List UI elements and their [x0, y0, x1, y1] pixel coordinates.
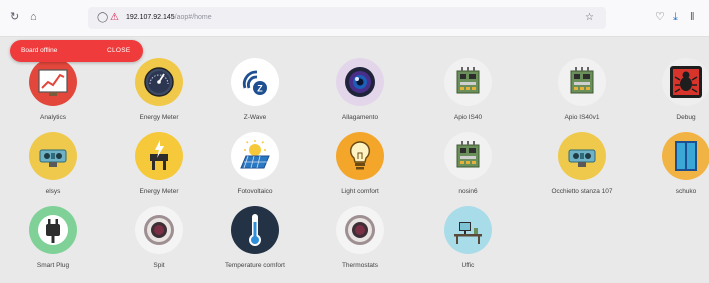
camera-lens-icon: [336, 58, 384, 106]
toast-message: Board offline: [21, 47, 58, 54]
device-tile[interactable]: elsys: [3, 132, 103, 208]
device-label: Fotovoltaico: [237, 188, 273, 195]
sensor-device-icon: [558, 132, 606, 180]
device-tile[interactable]: schuko: [636, 132, 709, 208]
device-tile[interactable]: nosin6: [418, 132, 518, 208]
device-tile[interactable]: Occhietto stanza 107: [532, 132, 632, 208]
device-tile[interactable]: Apio IS40: [418, 58, 518, 134]
device-tile[interactable]: Spit: [109, 206, 209, 282]
url-text[interactable]: 192.107.92.145/aop#/home: [126, 12, 212, 24]
toast-close-button[interactable]: CLOSE: [107, 46, 131, 56]
analytics-chart-icon: [29, 58, 77, 106]
device-tile[interactable]: Temperature comfort: [205, 206, 305, 282]
device-label: Debug: [676, 114, 696, 121]
home-icon[interactable]: ⌂: [30, 11, 37, 23]
solar-panel-icon: [231, 132, 279, 180]
reload-icon[interactable]: ↻: [10, 11, 19, 23]
device-tile[interactable]: Energy Meter: [109, 58, 209, 134]
office-desk-icon: [444, 206, 492, 254]
url-path: /aop#/home: [174, 14, 212, 21]
device-label: Energy Meter: [139, 188, 179, 195]
energy-plug-icon: [135, 132, 183, 180]
device-label: Z-Wave: [243, 114, 267, 121]
device-tile[interactable]: Fotovoltaico: [205, 132, 305, 208]
device-label: Energy Meter: [139, 114, 179, 121]
device-tile[interactable]: Light comfort: [310, 132, 410, 208]
device-label: nosin6: [458, 188, 478, 195]
gauge-meter-icon: [135, 58, 183, 106]
device-label: Spit: [153, 262, 165, 269]
bookmark-star-icon[interactable]: ☆: [585, 12, 594, 24]
circuit-board-icon: [444, 132, 492, 180]
device-label: Temperature comfort: [225, 262, 285, 269]
zwave-logo-icon: Z: [231, 58, 279, 106]
device-label: Thermostats: [341, 262, 379, 269]
device-label: Allagamento: [341, 114, 379, 121]
device-tile[interactable]: Thermostats: [310, 206, 410, 282]
device-tile[interactable]: Analytics: [3, 58, 103, 134]
device-tile[interactable]: Energy Meter: [109, 132, 209, 208]
sensor-device-icon: [29, 132, 77, 180]
device-tile[interactable]: Smart Plug: [3, 206, 103, 282]
offline-toast: Board offline CLOSE: [10, 40, 143, 62]
bug-icon: [662, 58, 709, 106]
thermostat-dial-icon: [135, 206, 183, 254]
svg-text:Z: Z: [257, 84, 263, 94]
device-label: Apio IS40: [453, 114, 483, 121]
circuit-board-icon: [444, 58, 492, 106]
device-label: Apio IS40v1: [564, 114, 600, 121]
device-tile[interactable]: Apio IS40v1: [532, 58, 632, 134]
device-label: Uffic: [461, 262, 475, 269]
address-bar[interactable]: ◯ ⚠ 192.107.92.145/aop#/home ☆: [88, 7, 606, 29]
device-label: Smart Plug: [36, 262, 70, 269]
thermometer-icon: [231, 206, 279, 254]
thermostat-dial-icon: [336, 206, 384, 254]
browser-toolbar: ↻ ⌂ ◯ ⚠ 192.107.92.145/aop#/home ☆ ♡ ⤓ ‖: [0, 0, 709, 37]
device-tile[interactable]: Z Z-Wave: [205, 58, 305, 134]
device-label: schuko: [675, 188, 697, 195]
device-tile[interactable]: Uffic: [418, 206, 518, 282]
device-tile[interactable]: Debug: [636, 58, 709, 134]
lightbulb-icon: [336, 132, 384, 180]
library-icon[interactable]: ‖: [690, 11, 695, 23]
pocket-icon[interactable]: ♡: [655, 11, 665, 23]
device-label: elsys: [45, 188, 61, 195]
circuit-board-icon: [558, 58, 606, 106]
power-plug-icon: [29, 206, 77, 254]
device-label: Analytics: [39, 114, 66, 121]
shield-icon[interactable]: ◯: [97, 12, 108, 24]
download-icon[interactable]: ⤓: [673, 11, 678, 23]
device-tile[interactable]: Allagamento: [310, 58, 410, 134]
url-host: 192.107.92.145: [126, 14, 175, 21]
device-label: Occhietto stanza 107: [551, 188, 613, 195]
window-icon: [662, 132, 709, 180]
insecure-lock-icon[interactable]: ⚠: [110, 12, 119, 24]
device-label: Light comfort: [341, 188, 379, 195]
